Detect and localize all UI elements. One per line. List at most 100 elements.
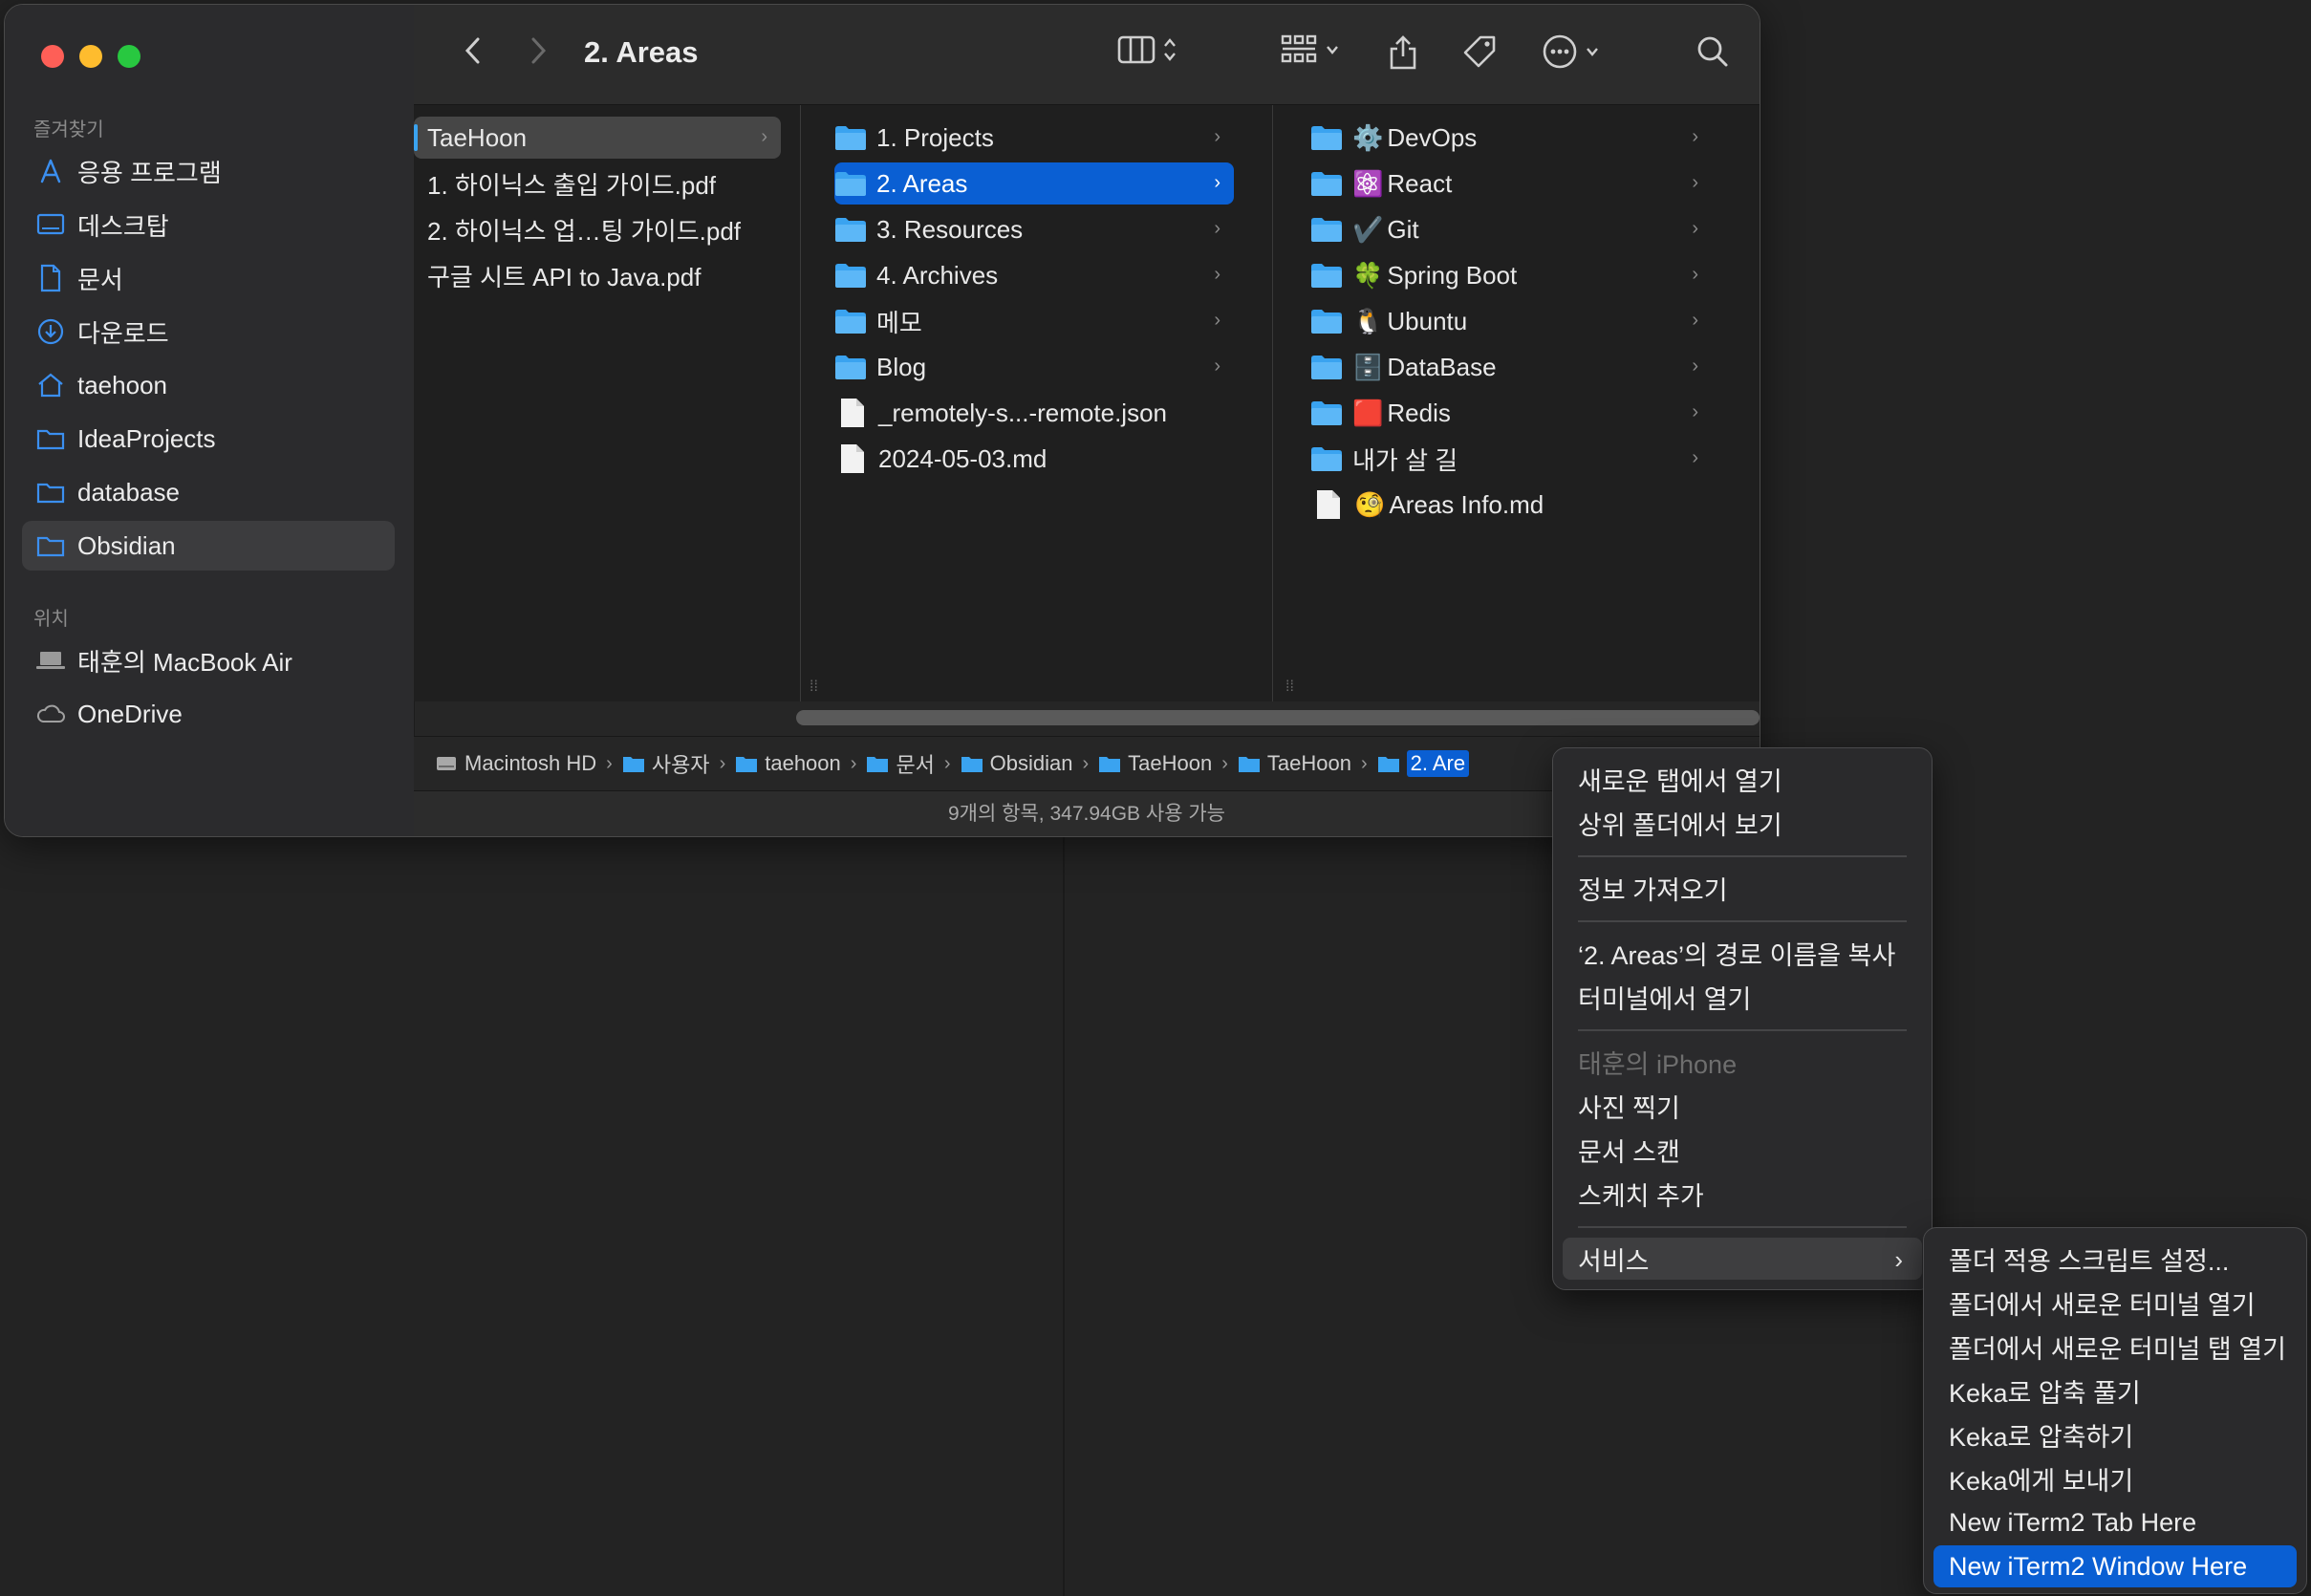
path-segment[interactable]: TaeHoon › <box>1098 751 1238 776</box>
menu-item-get-info[interactable]: 정보 가져오기 <box>1563 867 1922 909</box>
path-segment[interactable]: Macintosh HD › <box>435 751 622 776</box>
column-browser: TaeHoon › 1. 하이닉스 출입 가이드.pdf 2. 하이닉스 업…팅… <box>414 105 1760 701</box>
list-item[interactable]: 🍀 Spring Boot › <box>1310 254 1712 296</box>
menu-item-new-terminal-tab-at-folder[interactable]: 폴더에서 새로운 터미널 탭 열기 <box>1933 1326 2297 1368</box>
laptop-icon <box>35 645 66 676</box>
back-button[interactable] <box>462 33 485 68</box>
locations-header: 위치 <box>33 609 69 630</box>
list-item[interactable]: 메모 › <box>834 300 1234 342</box>
menu-item-copy-path[interactable]: ‘2. Areas’의 경로 이름을 복사 <box>1563 932 1922 974</box>
path-segment[interactable]: 문서 › <box>866 748 960 779</box>
minimize-button[interactable] <box>79 45 102 68</box>
menu-separator <box>1578 920 1907 922</box>
sidebar-item-macbook[interactable]: 태훈의 MacBook Air <box>22 636 395 685</box>
folder-icon <box>1377 757 1399 772</box>
list-item[interactable]: 🗄️ DataBase › <box>1310 346 1712 388</box>
folder-icon <box>835 126 866 150</box>
menu-item-new-terminal-at-folder[interactable]: 폴더에서 새로운 터미널 열기 <box>1933 1282 2297 1324</box>
list-item[interactable]: 3. Resources › <box>834 208 1234 250</box>
chevron-right-icon: › <box>1692 310 1698 331</box>
chevron-right-icon: › <box>1692 172 1698 193</box>
menu-item-show-enclosing-folder[interactable]: 상위 폴더에서 보기 <box>1563 802 1922 844</box>
group-button[interactable] <box>1280 33 1341 66</box>
column-1: TaeHoon › 1. 하이닉스 출입 가이드.pdf 2. 하이닉스 업…팅… <box>414 105 818 701</box>
apps-icon <box>35 156 66 186</box>
path-segment[interactable]: 사용자 › <box>622 748 735 779</box>
folder-icon <box>35 477 66 507</box>
chevron-right-icon: › <box>1692 356 1698 377</box>
sidebar-item-documents[interactable]: 문서 <box>22 253 395 303</box>
forward-button[interactable] <box>527 33 550 68</box>
sidebar-item-home[interactable]: taehoon <box>22 360 395 410</box>
menu-item-folder-action-scripts[interactable]: 폴더 적용 스크립트 설정... <box>1933 1238 2297 1280</box>
menu-item-services[interactable]: 서비스 › <box>1563 1238 1922 1280</box>
sidebar-item-database[interactable]: database <box>22 467 395 517</box>
search-button[interactable] <box>1695 33 1731 70</box>
menu-item-add-sketch[interactable]: 스케치 추가 <box>1563 1173 1922 1215</box>
path-segment[interactable]: taehoon › <box>735 751 866 776</box>
file-icon <box>1317 490 1340 519</box>
list-item[interactable]: 내가 살 길 › <box>1310 438 1712 480</box>
list-item[interactable]: 구글 시트 API to Java.pdf <box>414 254 794 296</box>
sidebar-item-ideaprojects[interactable]: IdeaProjects <box>22 414 395 464</box>
folder-icon <box>1238 757 1260 772</box>
window-controls <box>41 45 140 68</box>
list-item[interactable]: ⚙️ DevOps › <box>1310 117 1712 159</box>
list-item[interactable]: 🐧 Ubuntu › <box>1310 300 1712 342</box>
menu-item-open-new-tab[interactable]: 새로운 탭에서 열기 <box>1563 758 1922 800</box>
list-item[interactable]: 1. Projects › <box>834 117 1234 159</box>
search-icon <box>1697 36 1728 67</box>
folder-icon <box>622 757 644 772</box>
sidebar-item-onedrive[interactable]: OneDrive <box>22 689 395 739</box>
sidebar-item-downloads[interactable]: 다운로드 <box>22 307 395 356</box>
list-item[interactable]: 1. 하이닉스 출입 가이드.pdf <box>414 162 794 205</box>
menu-item-iterm2-window[interactable]: New iTerm2 Window Here <box>1933 1545 2297 1587</box>
list-item[interactable]: 🟥 Redis › <box>1310 392 1712 434</box>
sidebar-item-obsidian[interactable]: Obsidian <box>22 521 395 571</box>
path-segment-current[interactable]: 2. Are <box>1377 750 1470 777</box>
tag-button[interactable] <box>1461 33 1500 70</box>
folder-icon <box>1311 264 1342 288</box>
chevron-right-icon: › <box>1214 310 1220 331</box>
chevron-left-icon <box>464 37 480 64</box>
menu-item-keka-extract[interactable]: Keka로 압축 풀기 <box>1933 1370 2297 1412</box>
menu-item-iterm2-tab[interactable]: New iTerm2 Tab Here <box>1933 1501 2297 1543</box>
list-item[interactable]: Blog › <box>834 346 1234 388</box>
list-item[interactable]: _remotely-s...-remote.json <box>834 392 1234 434</box>
sidebar-item-applications[interactable]: 응용 프로그램 <box>22 146 395 196</box>
list-item[interactable]: 🧐 Areas Info.md <box>1310 484 1712 526</box>
menu-item-scan-documents[interactable]: 문서 스캔 <box>1563 1129 1922 1171</box>
chevron-right-icon: › <box>1214 126 1220 147</box>
folder-icon <box>835 310 866 334</box>
share-icon <box>1390 35 1416 70</box>
chevron-right-icon: › <box>1214 356 1220 377</box>
folder-icon <box>35 423 66 454</box>
horizontal-scrollbar[interactable] <box>796 710 1760 725</box>
columns-view-icon <box>1117 35 1156 64</box>
close-button[interactable] <box>41 45 64 68</box>
list-item[interactable]: 2. 하이닉스 업…팅 가이드.pdf <box>414 208 794 250</box>
share-button[interactable] <box>1387 33 1419 72</box>
list-item[interactable]: 2024-05-03.md <box>834 438 1234 480</box>
file-icon <box>841 444 864 473</box>
list-item[interactable]: ⚛️ React › <box>1310 162 1712 205</box>
document-icon <box>35 263 66 293</box>
cloud-icon <box>35 699 66 729</box>
list-item[interactable]: ✔️ Git › <box>1310 208 1712 250</box>
chevron-right-icon: › <box>1214 218 1220 239</box>
menu-item-take-photo[interactable]: 사진 찍기 <box>1563 1085 1922 1127</box>
red-square-emoji-icon: 🟥 <box>1352 398 1384 427</box>
list-item[interactable]: 4. Archives › <box>834 254 1234 296</box>
list-item[interactable]: TaeHoon › <box>414 117 781 159</box>
zoom-button[interactable] <box>118 45 140 68</box>
more-actions-button[interactable] <box>1542 33 1601 70</box>
path-segment[interactable]: TaeHoon › <box>1238 751 1377 776</box>
view-mode-button[interactable] <box>1117 33 1178 66</box>
menu-item-send-to-keka[interactable]: Keka에게 보내기 <box>1933 1457 2297 1499</box>
list-item[interactable]: 2. Areas › <box>834 162 1234 205</box>
path-segment[interactable]: Obsidian › <box>961 751 1099 776</box>
menu-item-open-terminal[interactable]: 터미널에서 열기 <box>1563 976 1922 1018</box>
sidebar-item-desktop[interactable]: 데스크탑 <box>22 200 395 249</box>
toolbar: 2. Areas <box>414 5 1760 105</box>
menu-item-keka-compress[interactable]: Keka로 압축하기 <box>1933 1413 2297 1456</box>
